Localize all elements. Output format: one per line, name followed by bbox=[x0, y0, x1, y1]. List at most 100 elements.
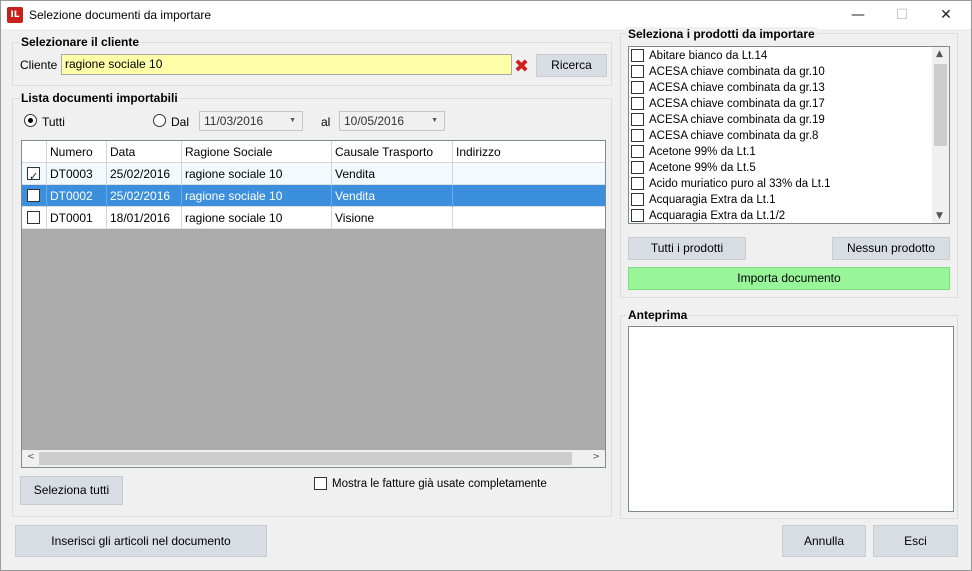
scroll-right-icon[interactable]: > bbox=[592, 452, 600, 462]
list-item[interactable]: Acquaragia Extra da Lt.1/2 bbox=[629, 208, 934, 223]
mostra-fatture-checkbox[interactable] bbox=[314, 477, 327, 490]
table-row[interactable]: DT0002 25/02/2016 ragione sociale 10 Ven… bbox=[22, 185, 605, 207]
list-item[interactable]: Acetone 99% da Lt.5 bbox=[629, 160, 934, 176]
column-header-causale[interactable]: Causale Trasporto bbox=[332, 141, 453, 163]
documenti-grid[interactable]: Numero Data Ragione Sociale Causale Tras… bbox=[21, 140, 606, 468]
radio-tutti[interactable] bbox=[24, 114, 37, 127]
date-from-value: 11/03/2016 bbox=[204, 114, 264, 128]
prodotti-list[interactable]: Abitare bianco da Lt.14 ACESA chiave com… bbox=[628, 46, 950, 224]
row-checkbox[interactable] bbox=[27, 211, 40, 224]
cell-numero: DT0003 bbox=[47, 163, 107, 185]
scroll-up-icon[interactable]: ▲ bbox=[936, 49, 943, 59]
ricerca-button[interactable]: Ricerca bbox=[536, 54, 607, 77]
minimize-button[interactable]: — bbox=[835, 1, 881, 29]
list-item[interactable]: Abitare bianco da Lt.14 bbox=[629, 48, 934, 64]
esci-button[interactable]: Esci bbox=[873, 525, 958, 557]
product-label: ACESA chiave combinata da gr.19 bbox=[649, 114, 825, 126]
cliente-group-title: Selezionare il cliente bbox=[19, 35, 142, 49]
date-to-picker[interactable]: 10/05/2016 ▼ bbox=[339, 111, 445, 131]
table-row[interactable]: DT0001 18/01/2016 ragione sociale 10 Vis… bbox=[22, 207, 605, 229]
cliente-input[interactable]: ragione sociale 10 bbox=[61, 54, 512, 75]
product-label: ACESA chiave combinata da gr.10 bbox=[649, 66, 825, 78]
nessun-prodotto-label: Nessun prodotto bbox=[846, 241, 936, 255]
list-item[interactable]: Acido muriatico puro al 33% da Lt.1 bbox=[629, 176, 934, 192]
esci-label: Esci bbox=[904, 534, 927, 548]
row-checkbox[interactable] bbox=[27, 166, 40, 188]
cell-causale: Vendita bbox=[332, 163, 453, 185]
grid-horizontal-scrollbar[interactable]: < > bbox=[22, 450, 605, 467]
product-label: ACESA chiave combinata da gr.17 bbox=[649, 98, 825, 110]
product-checkbox[interactable] bbox=[631, 65, 644, 78]
scroll-down-icon[interactable]: ▼ bbox=[936, 211, 943, 221]
scroll-left-icon[interactable]: < bbox=[27, 452, 35, 462]
product-checkbox[interactable] bbox=[631, 97, 644, 110]
dialog-window: IL Selezione documenti da importare — ☐ … bbox=[0, 0, 972, 571]
chevron-down-icon: ▼ bbox=[289, 117, 296, 124]
product-checkbox[interactable] bbox=[631, 81, 644, 94]
product-checkbox[interactable] bbox=[631, 129, 644, 142]
product-checkbox[interactable] bbox=[631, 161, 644, 174]
inserisci-articoli-button[interactable]: Inserisci gli articoli nel documento bbox=[15, 525, 267, 557]
cell-causale: Vendita bbox=[332, 185, 453, 207]
cell-numero: DT0002 bbox=[47, 185, 107, 207]
list-item[interactable]: ACESA chiave combinata da gr.13 bbox=[629, 80, 934, 96]
documenti-group-title: Lista documenti importabili bbox=[19, 91, 180, 105]
cell-ragione-sociale: ragione sociale 10 bbox=[182, 163, 332, 185]
cell-data: 25/02/2016 bbox=[107, 185, 182, 207]
column-header-ragione-sociale[interactable]: Ragione Sociale bbox=[182, 141, 332, 163]
product-label: Acquaragia Extra da Lt.1 bbox=[649, 194, 776, 206]
date-to-value: 10/05/2016 bbox=[344, 114, 405, 128]
list-item[interactable]: Acetone 99% da Lt.1 bbox=[629, 144, 934, 160]
seleziona-tutti-label: Seleziona tutti bbox=[33, 483, 110, 497]
cell-ragione-sociale: ragione sociale 10 bbox=[182, 207, 332, 229]
product-label: Abitare bianco da Lt.14 bbox=[649, 50, 768, 62]
column-header-data[interactable]: Data bbox=[107, 141, 182, 163]
table-row[interactable]: DT0003 25/02/2016 ragione sociale 10 Ven… bbox=[22, 163, 605, 188]
list-item[interactable]: Acquaragia Extra da Lt.1 bbox=[629, 192, 934, 208]
header-check-column bbox=[22, 141, 47, 163]
product-label: Acetone 99% da Lt.5 bbox=[649, 162, 756, 174]
chevron-down-icon: ▼ bbox=[431, 117, 438, 124]
annulla-button[interactable]: Annulla bbox=[782, 525, 866, 557]
window-title: Selezione documenti da importare bbox=[29, 8, 212, 22]
importa-documento-label: Importa documento bbox=[737, 271, 841, 285]
radio-tutti-label: Tutti bbox=[42, 115, 65, 129]
seleziona-tutti-button[interactable]: Seleziona tutti bbox=[20, 476, 123, 505]
product-checkbox[interactable] bbox=[631, 177, 644, 190]
cell-indirizzo bbox=[453, 185, 605, 207]
anteprima-preview-box[interactable] bbox=[628, 326, 954, 512]
product-checkbox[interactable] bbox=[631, 209, 644, 222]
mostra-fatture-label: Mostra le fatture già usate completament… bbox=[332, 478, 547, 490]
radio-dal[interactable] bbox=[153, 114, 166, 127]
prodotti-group-title: Seleziona i prodotti da importare bbox=[626, 27, 817, 41]
tutti-prodotti-button[interactable]: Tutti i prodotti bbox=[628, 237, 746, 260]
radio-dal-label: Dal bbox=[171, 115, 190, 129]
scrollbar-thumb[interactable] bbox=[934, 64, 947, 146]
list-item[interactable]: ACESA chiave combinata da gr.17 bbox=[629, 96, 934, 112]
column-header-indirizzo[interactable]: Indirizzo bbox=[453, 141, 605, 163]
row-check-cell bbox=[22, 185, 47, 207]
date-from-picker[interactable]: 11/03/2016 ▼ bbox=[199, 111, 303, 131]
importa-documento-button[interactable]: Importa documento bbox=[628, 267, 950, 290]
row-checkbox[interactable] bbox=[27, 189, 40, 202]
maximize-button[interactable]: ☐ bbox=[879, 1, 925, 29]
product-checkbox[interactable] bbox=[631, 193, 644, 206]
column-header-numero[interactable]: Numero bbox=[47, 141, 107, 163]
annulla-label: Annulla bbox=[803, 534, 845, 548]
tutti-prodotti-label: Tutti i prodotti bbox=[650, 241, 724, 255]
clear-cliente-icon[interactable]: ✖ bbox=[514, 56, 529, 77]
cell-data: 18/01/2016 bbox=[107, 207, 182, 229]
close-button[interactable]: ✕ bbox=[923, 1, 969, 29]
product-checkbox[interactable] bbox=[631, 145, 644, 158]
product-checkbox[interactable] bbox=[631, 113, 644, 126]
row-check-cell bbox=[22, 207, 47, 229]
scrollbar-thumb[interactable] bbox=[39, 452, 572, 465]
prodotti-vertical-scrollbar[interactable]: ▲ ▼ bbox=[932, 47, 949, 223]
cell-indirizzo bbox=[453, 163, 605, 185]
list-item[interactable]: ACESA chiave combinata da gr.19 bbox=[629, 112, 934, 128]
list-item[interactable]: ACESA chiave combinata da gr.8 bbox=[629, 128, 934, 144]
product-checkbox[interactable] bbox=[631, 49, 644, 62]
list-item[interactable]: ACESA chiave combinata da gr.10 bbox=[629, 64, 934, 80]
nessun-prodotto-button[interactable]: Nessun prodotto bbox=[832, 237, 950, 260]
app-logo-icon: IL bbox=[7, 7, 23, 23]
